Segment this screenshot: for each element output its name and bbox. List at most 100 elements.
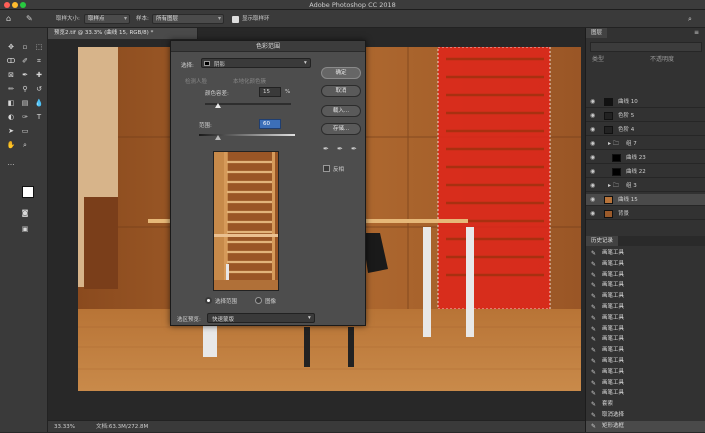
search-icon[interactable]: ⌕: [688, 14, 692, 24]
history-item[interactable]: ✎ 画笔工具: [586, 248, 705, 259]
layer-row[interactable]: ◉ 曲线 15: [586, 194, 705, 206]
range-slider-knob-left[interactable]: [215, 135, 221, 140]
history-item[interactable]: ✎ 画笔工具: [586, 388, 705, 399]
eye-icon[interactable]: ◉: [590, 180, 595, 192]
radio-selection[interactable]: [205, 297, 212, 304]
layer-row[interactable]: ◉ 背景: [586, 208, 705, 220]
blur-tool-icon[interactable]: 💧: [34, 98, 44, 108]
quick-select-tool-icon[interactable]: ✐: [20, 56, 30, 66]
type-tool-icon[interactable]: T: [34, 112, 44, 122]
folder-icon[interactable]: ▸ 🗀: [608, 138, 619, 150]
radio-image[interactable]: [255, 297, 262, 304]
eraser-tool-icon[interactable]: ◧: [6, 98, 16, 108]
rectangle-tool-icon[interactable]: ▭: [20, 126, 30, 136]
selection-preview-dropdown[interactable]: 快速蒙版 ▾: [207, 313, 315, 323]
move-tool-icon[interactable]: ✥: [6, 42, 16, 52]
crop-tool-icon[interactable]: ⌗: [34, 56, 44, 66]
history-item[interactable]: ✎ 画笔工具: [586, 324, 705, 335]
eye-icon[interactable]: ◉: [590, 194, 595, 206]
document-tab[interactable]: 预览2.tif @ 33.3% (曲线 15, RGB/8) *: [48, 28, 198, 39]
invert-checkbox[interactable]: [323, 165, 330, 172]
dodge-tool-icon[interactable]: ◐: [6, 112, 16, 122]
show-ring-checkbox[interactable]: [232, 16, 239, 23]
history-item[interactable]: ✎ 套索: [586, 399, 705, 410]
history-item[interactable]: ✎ 矩形选框: [586, 420, 705, 432]
range-slider[interactable]: [199, 134, 295, 136]
select-dropdown[interactable]: 阴影 ▾: [201, 58, 311, 68]
foreground-color-swatch[interactable]: [22, 186, 34, 198]
sample-select[interactable]: 所有图层: [152, 14, 224, 24]
eye-icon[interactable]: ◉: [590, 124, 595, 136]
panel-menu-icon[interactable]: ≡: [694, 29, 699, 36]
layer-row[interactable]: ◉ 曲线 23: [586, 152, 705, 164]
layer-filter-bar[interactable]: [590, 42, 702, 52]
minimize-window-icon[interactable]: [12, 2, 18, 8]
load-button[interactable]: 载入...: [321, 105, 361, 117]
layer-row[interactable]: ◉ 色阶 4: [586, 124, 705, 136]
gradient-tool-icon[interactable]: ▤: [20, 98, 30, 108]
eye-icon[interactable]: ◉: [590, 208, 595, 220]
artboard-tool-icon[interactable]: ▫: [20, 42, 30, 52]
eyedropper-icon[interactable]: ✒: [323, 145, 329, 153]
pen-tool-icon[interactable]: ✑: [20, 112, 30, 122]
save-button[interactable]: 存储...: [321, 123, 361, 135]
history-brush-icon[interactable]: ↺: [34, 84, 44, 94]
zoom-level[interactable]: 33.33%: [54, 421, 75, 433]
history-panel-tab[interactable]: 历史记录: [586, 236, 619, 246]
path-select-icon[interactable]: ➤: [6, 126, 16, 136]
zoom-window-icon[interactable]: [20, 2, 26, 8]
history-item-label: 画笔工具: [602, 347, 625, 354]
layer-row[interactable]: ◉ 曲线 22: [586, 166, 705, 178]
history-item[interactable]: ✎ 画笔工具: [586, 313, 705, 324]
fuzziness-slider-knob[interactable]: [214, 103, 221, 108]
layer-row[interactable]: ◉ 曲线 10: [586, 96, 705, 108]
zoom-tool-icon[interactable]: ⌕: [20, 140, 30, 150]
detect-faces-label[interactable]: 检测人脸: [185, 77, 207, 85]
hand-tool-icon[interactable]: ✋: [6, 140, 16, 150]
eye-icon[interactable]: ◉: [590, 138, 595, 150]
lasso-tool-icon[interactable]: ↀ: [6, 56, 16, 66]
history-item[interactable]: ✎ 画笔工具: [586, 378, 705, 389]
history-item[interactable]: ✎ 取消选择: [586, 410, 705, 421]
eye-icon[interactable]: ◉: [590, 96, 595, 108]
eye-icon[interactable]: ◉: [590, 152, 595, 164]
home-icon[interactable]: ⌂: [6, 14, 11, 24]
frame-tool-icon[interactable]: ⊠: [6, 70, 16, 80]
folder-icon[interactable]: ▸ 🗀: [608, 180, 619, 192]
history-item[interactable]: ✎ 画笔工具: [586, 367, 705, 378]
history-item[interactable]: ✎ 画笔工具: [586, 302, 705, 313]
marquee-tool-icon[interactable]: ⬚: [34, 42, 44, 52]
history-item[interactable]: ✎ 画笔工具: [586, 259, 705, 270]
history-item[interactable]: ✎ 画笔工具: [586, 356, 705, 367]
history-item[interactable]: ✎ 画笔工具: [586, 345, 705, 356]
history-item[interactable]: ✎ 画笔工具: [586, 291, 705, 302]
sample-size-select[interactable]: 取样点: [84, 14, 130, 24]
history-item[interactable]: ✎ 画笔工具: [586, 334, 705, 345]
range-input[interactable]: 60: [259, 119, 281, 129]
ok-button[interactable]: 确定: [321, 67, 361, 79]
eyedropper-tool-icon[interactable]: ✎: [26, 14, 33, 24]
eye-icon[interactable]: ◉: [590, 166, 595, 178]
brush-tool-icon[interactable]: ✏: [6, 84, 16, 94]
screen-mode-icon[interactable]: ▣: [20, 224, 30, 234]
eye-icon[interactable]: ◉: [590, 110, 595, 122]
quick-mask-icon[interactable]: ◙: [20, 208, 30, 218]
history-item[interactable]: ✎ 画笔工具: [586, 270, 705, 281]
layer-thumbnail: [612, 154, 621, 162]
fuzziness-input[interactable]: 15: [259, 87, 281, 97]
layer-row[interactable]: ◉ ▸ 🗀 组 7: [586, 138, 705, 150]
close-window-icon[interactable]: [4, 2, 10, 8]
eyedropper-plus-icon[interactable]: ✒: [337, 145, 343, 153]
eyedropper-minus-icon[interactable]: ✒: [351, 145, 357, 153]
layer-row[interactable]: ◉ 色阶 5: [586, 110, 705, 122]
layer-row[interactable]: ◉ ▸ 🗀 组 3: [586, 180, 705, 192]
cancel-button[interactable]: 取消: [321, 85, 361, 97]
layers-panel-tab[interactable]: 图层: [586, 28, 608, 38]
healing-brush-icon[interactable]: ✚: [34, 70, 44, 80]
clone-stamp-icon[interactable]: ⚲: [20, 84, 30, 94]
more-tools-icon[interactable]: …: [6, 158, 16, 168]
history-item[interactable]: ✎ 画笔工具: [586, 280, 705, 291]
localized-clusters-label[interactable]: 本地化颜色簇: [233, 77, 266, 85]
eyedropper-icon[interactable]: ✒: [20, 70, 30, 80]
layer-name: 色阶 4: [618, 127, 635, 133]
